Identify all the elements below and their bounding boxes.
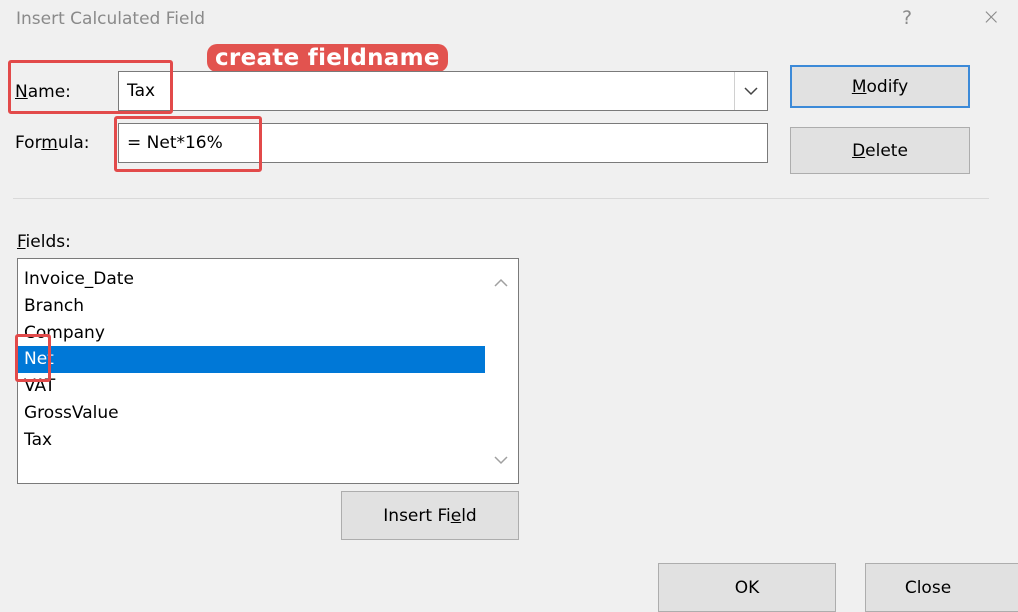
fields-label: Fields: — [17, 232, 71, 252]
list-item[interactable]: VAT — [18, 373, 485, 400]
insert-field-button[interactable]: Insert Fi e ld — [341, 491, 519, 540]
list-item[interactable]: Company — [18, 320, 485, 347]
separator — [13, 198, 989, 199]
name-combobox-value: Tax — [127, 81, 156, 101]
fields-listbox[interactable]: Invoice_Date Branch Company Net VAT Gros… — [17, 258, 519, 484]
formula-input-value: = Net*16% — [127, 133, 223, 153]
delete-button[interactable]: Delete — [790, 127, 970, 174]
name-combobox[interactable]: Tax — [118, 71, 768, 111]
formula-label: Formula: — [15, 133, 90, 153]
list-item[interactable]: GrossValue — [18, 400, 485, 427]
formula-input[interactable]: = Net*16% — [118, 123, 768, 163]
chevron-down-icon[interactable] — [734, 72, 767, 110]
modify-button[interactable]: Modify — [790, 65, 970, 108]
scroll-up-icon[interactable] — [484, 267, 518, 297]
close-button[interactable]: Close — [865, 563, 1018, 612]
list-item[interactable]: Tax — [18, 427, 485, 454]
close-icon[interactable]: × — [982, 5, 1000, 30]
name-label: Name: — [15, 82, 71, 102]
list-item[interactable]: Invoice_Date — [18, 266, 485, 293]
annotation-callout: create fieldname — [207, 44, 448, 72]
dialog-title: Insert Calculated Field — [16, 9, 205, 29]
ok-button[interactable]: OK — [658, 563, 836, 612]
scroll-down-icon[interactable] — [484, 445, 518, 475]
help-icon[interactable]: ? — [902, 7, 912, 29]
list-item[interactable]: Branch — [18, 293, 485, 320]
list-item-selected[interactable]: Net — [18, 346, 485, 373]
